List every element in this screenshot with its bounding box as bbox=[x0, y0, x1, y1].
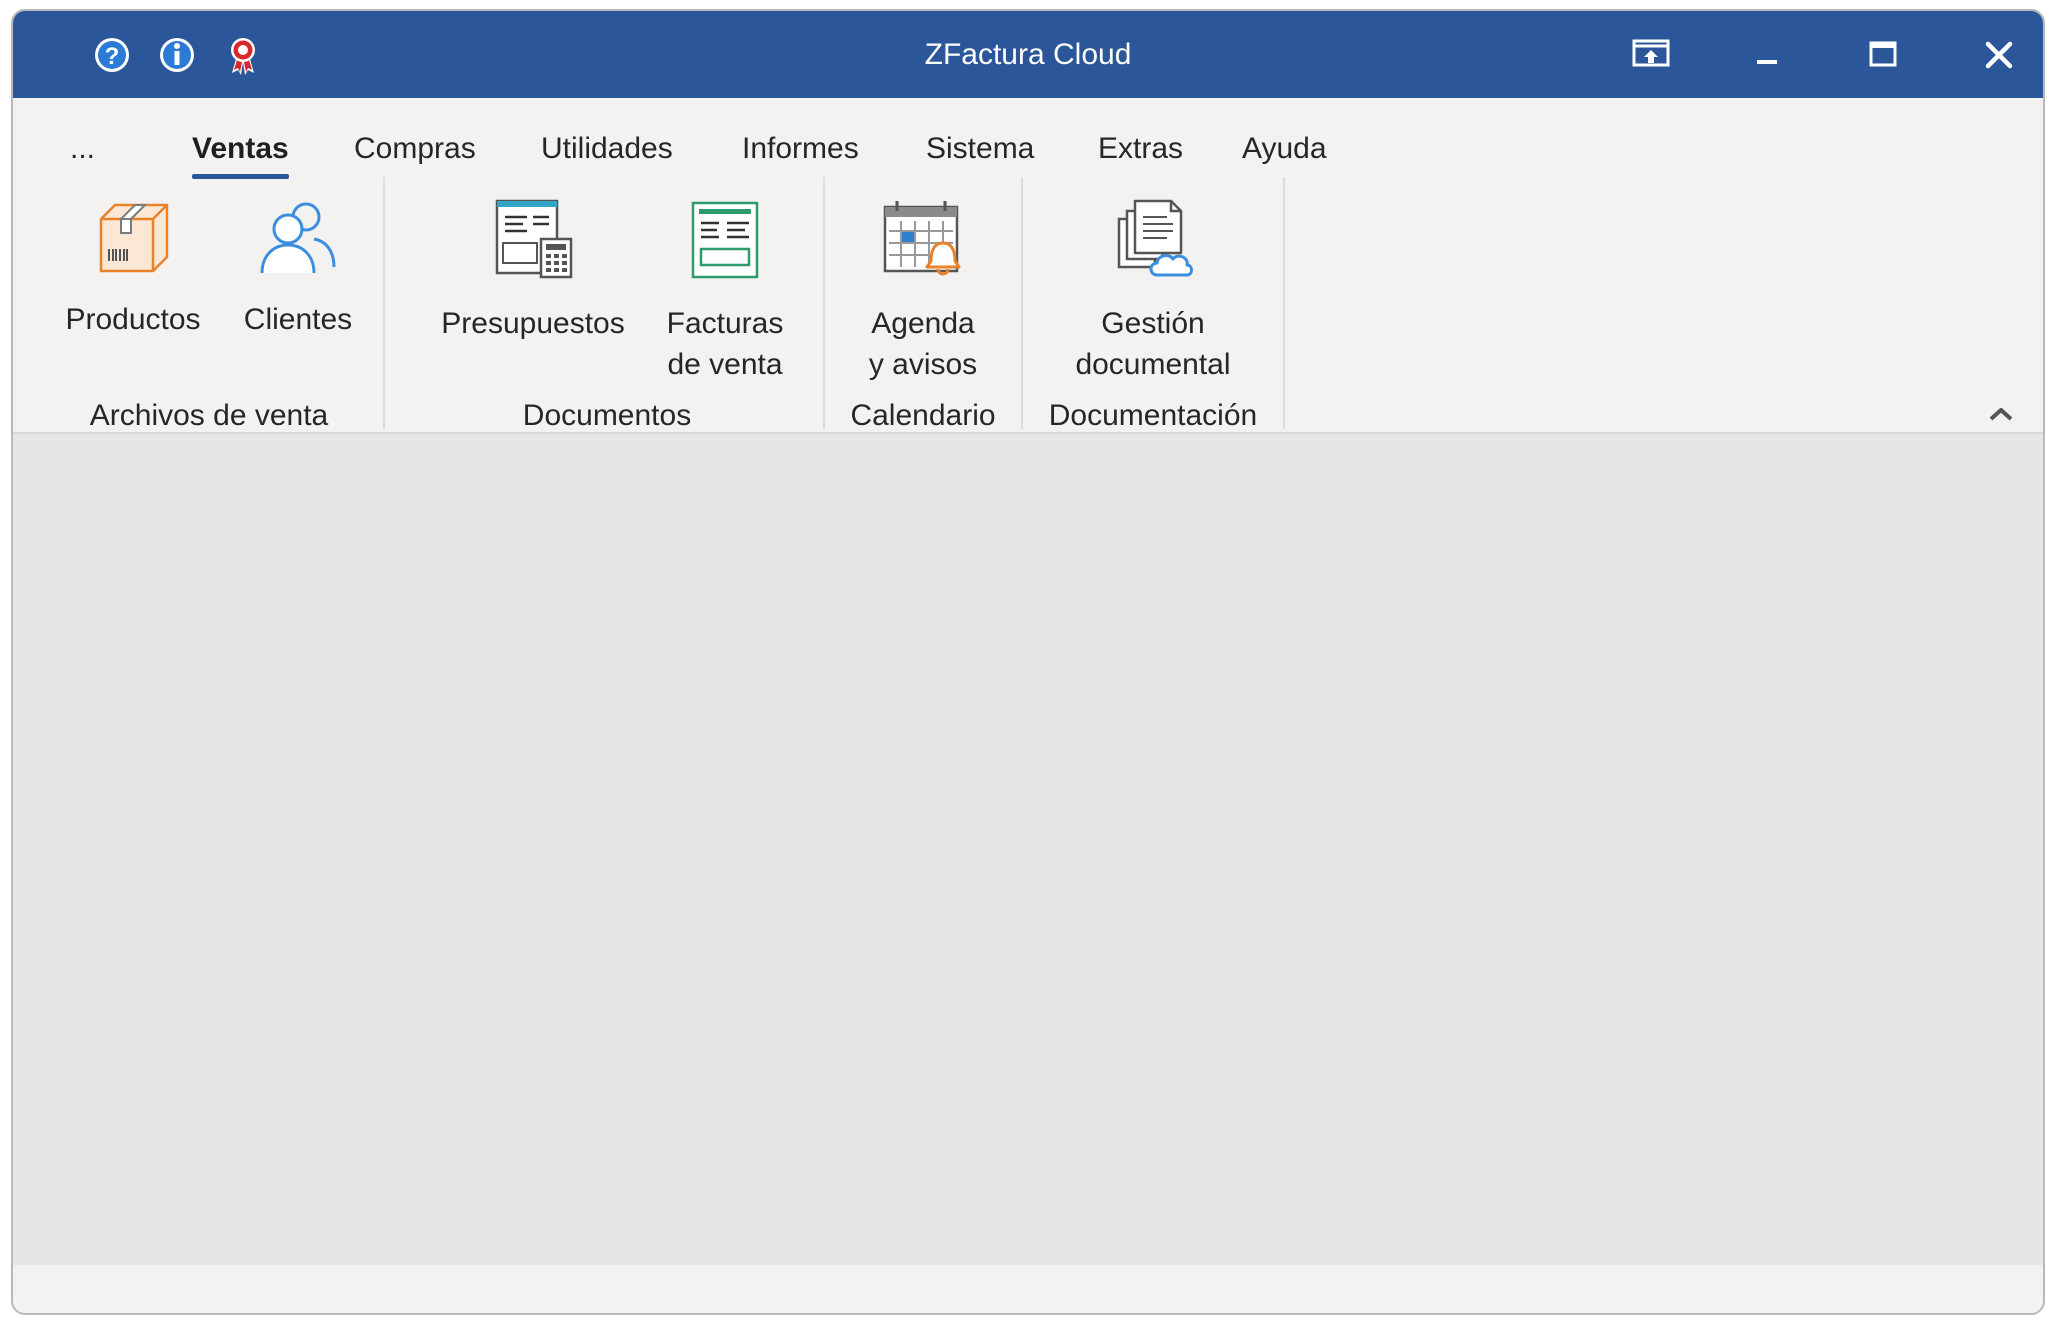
clientes-label: Clientes bbox=[243, 303, 353, 336]
tab-sistema[interactable]: Sistema bbox=[926, 123, 1034, 175]
group-label-archivos-de-venta: Archivos de venta bbox=[89, 399, 329, 432]
minimize-icon bbox=[1757, 59, 1777, 64]
restore-to-tray-button[interactable] bbox=[1593, 11, 1709, 98]
minimize-button[interactable] bbox=[1709, 11, 1825, 98]
tab-informes[interactable]: Informes bbox=[742, 123, 859, 175]
group-label-documentos: Documentos bbox=[522, 399, 692, 432]
group-separator bbox=[1021, 177, 1023, 429]
title-bar: ? ZFactura Cloud bbox=[13, 11, 2043, 98]
gestion-documental-label: Gestión documental bbox=[1075, 307, 1231, 381]
close-icon bbox=[1985, 41, 2013, 68]
tab-more[interactable]: ... bbox=[70, 123, 95, 175]
group-label-documentacion: Documentación bbox=[1048, 399, 1258, 432]
users-icon bbox=[260, 202, 336, 274]
presupuestos-button[interactable]: Presupuestos bbox=[428, 197, 638, 344]
workspace-area bbox=[13, 434, 2043, 1265]
invoice-icon bbox=[691, 201, 759, 279]
facturas-de-venta-label: Facturas de venta bbox=[666, 307, 784, 381]
status-bar bbox=[13, 1265, 2043, 1313]
productos-button[interactable]: Productos bbox=[53, 197, 213, 340]
presupuestos-label: Presupuestos bbox=[441, 307, 625, 340]
collapse-ribbon-button[interactable] bbox=[1983, 399, 2019, 429]
app-window: ? ZFactura Cloud ... Ventas Compras Util… bbox=[11, 9, 2045, 1315]
gestion-documental-button[interactable]: Gestión documental bbox=[1043, 197, 1263, 385]
close-button[interactable] bbox=[1941, 11, 2043, 98]
agenda-y-avisos-label: Agenda y avisos bbox=[868, 307, 978, 381]
group-separator bbox=[1283, 177, 1285, 429]
maximize-icon bbox=[1869, 41, 1897, 66]
clientes-button[interactable]: Clientes bbox=[221, 197, 375, 340]
agenda-y-avisos-button[interactable]: Agenda y avisos bbox=[835, 197, 1011, 385]
restore-to-tray-icon bbox=[1632, 39, 1670, 66]
chevron-up-icon bbox=[1989, 408, 2013, 421]
package-icon bbox=[99, 203, 169, 273]
group-separator bbox=[823, 177, 825, 429]
group-label-calendario: Calendario bbox=[850, 399, 996, 432]
cloud-documents-icon bbox=[1117, 199, 1193, 277]
tab-compras[interactable]: Compras bbox=[354, 123, 476, 175]
tab-ventas[interactable]: Ventas bbox=[192, 123, 289, 179]
calendar-bell-icon bbox=[883, 201, 961, 276]
tab-extras[interactable]: Extras bbox=[1098, 123, 1183, 175]
tab-utilidades[interactable]: Utilidades bbox=[541, 123, 673, 175]
facturas-de-venta-button[interactable]: Facturas de venta bbox=[647, 197, 803, 385]
maximize-button[interactable] bbox=[1825, 11, 1941, 98]
productos-label: Productos bbox=[65, 303, 201, 336]
tab-ayuda[interactable]: Ayuda bbox=[1242, 123, 1327, 175]
group-separator bbox=[383, 177, 385, 429]
quote-calculator-icon bbox=[495, 199, 573, 279]
